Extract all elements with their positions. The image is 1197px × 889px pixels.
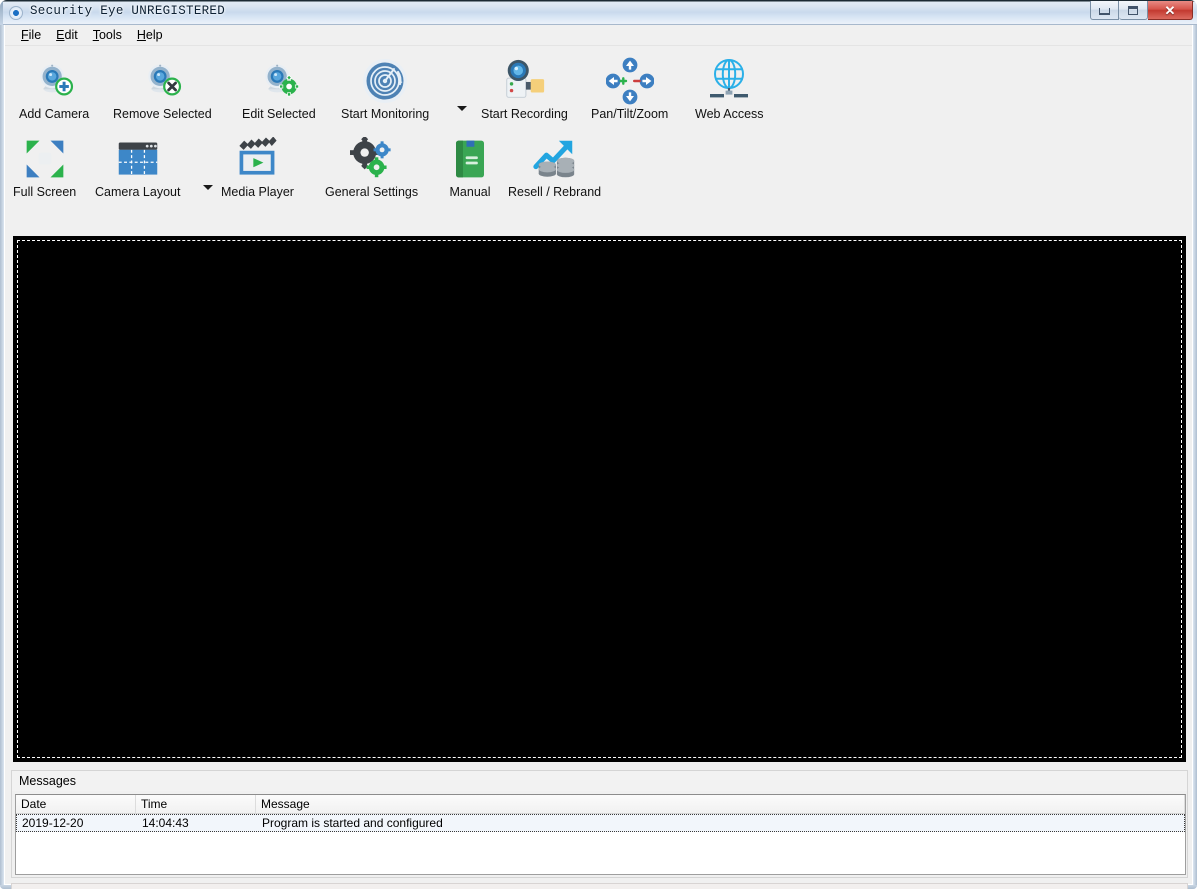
menu-item-tools[interactable]: Tools bbox=[87, 26, 131, 44]
toolbar-button-web-access[interactable]: Web Access bbox=[695, 56, 764, 121]
messages-row[interactable]: 2019-12-2014:04:43Program is started and… bbox=[16, 814, 1185, 832]
menu-accelerator: F bbox=[21, 28, 29, 42]
messages-list-body: 2019-12-2014:04:43Program is started and… bbox=[16, 814, 1185, 832]
pan-tilt-zoom-icon bbox=[600, 56, 660, 106]
toolbar-button-label: Pan/Tilt/Zoom bbox=[591, 107, 668, 121]
toolbar-button-camera-layout[interactable]: Camera Layout bbox=[95, 134, 180, 199]
menu-item-help[interactable]: Help bbox=[131, 26, 172, 44]
menu-item-edit[interactable]: Edit bbox=[50, 26, 87, 44]
toolbar-button-manual[interactable]: Manual bbox=[440, 134, 500, 199]
clapperboard-play-icon bbox=[227, 134, 287, 184]
camera-remove-icon bbox=[132, 56, 192, 106]
toolbar-button-label: Manual bbox=[450, 185, 491, 199]
toolbar-button-label: Start Recording bbox=[481, 107, 568, 121]
toolbar-button-general-settings[interactable]: General Settings bbox=[325, 134, 418, 199]
toolbar-button-resell-rebrand[interactable]: Resell / Rebrand bbox=[508, 134, 601, 199]
globe-network-icon bbox=[699, 56, 759, 106]
toolbar: Add Camera Remove Selected Edit Selected St… bbox=[5, 46, 1192, 232]
camera-add-icon bbox=[24, 56, 84, 106]
grid-layout-icon bbox=[108, 134, 168, 184]
messages-cell-message: Program is started and configured bbox=[257, 816, 1186, 830]
status-bar bbox=[11, 883, 1188, 889]
client-area: FileEditToolsHelp Add CameraRemove Selec… bbox=[4, 25, 1193, 885]
application-window: Security Eye UNREGISTERED ✕ FileEditTool… bbox=[0, 0, 1197, 889]
window-right-edge bbox=[1193, 25, 1197, 889]
eye-lens-icon bbox=[9, 6, 23, 20]
menu-label: elp bbox=[146, 28, 163, 42]
title-bar[interactable]: Security Eye UNREGISTERED ✕ bbox=[0, 0, 1197, 25]
toolbar-button-label: Add Camera bbox=[19, 107, 89, 121]
messages-list-view[interactable]: DateTimeMessage 2019-12-2014:04:43Progra… bbox=[15, 794, 1186, 875]
camera-edit-icon bbox=[249, 56, 309, 106]
window-controls: ✕ bbox=[1090, 1, 1193, 20]
radar-monitor-icon bbox=[355, 56, 415, 106]
minimize-icon bbox=[1099, 8, 1110, 15]
maximize-icon bbox=[1128, 6, 1138, 15]
camcorder-icon bbox=[494, 56, 554, 106]
toolbar-button-label: Resell / Rebrand bbox=[508, 185, 601, 199]
menu-accelerator: H bbox=[137, 28, 146, 42]
chevron-down-icon[interactable] bbox=[203, 185, 213, 190]
camera-preview-panel[interactable] bbox=[13, 236, 1186, 762]
toolbar-button-label: General Settings bbox=[325, 185, 418, 199]
toolbar-button-edit-selected[interactable]: Edit Selected bbox=[242, 56, 316, 121]
toolbar-button-start-recording[interactable]: Start Recording bbox=[481, 56, 568, 121]
chevron-down-icon[interactable] bbox=[457, 106, 467, 111]
toolbar-button-label: Media Player bbox=[221, 185, 294, 199]
toolbar-button-label: Web Access bbox=[695, 107, 764, 121]
toolbar-button-media-player[interactable]: Media Player bbox=[221, 134, 294, 199]
toolbar-button-start-monitoring[interactable]: Start Monitoring bbox=[341, 56, 429, 121]
window-title: Security Eye UNREGISTERED bbox=[30, 4, 225, 18]
menu-bar: FileEditToolsHelp bbox=[5, 25, 1192, 46]
maximize-button[interactable] bbox=[1119, 1, 1148, 20]
toolbar-button-label: Camera Layout bbox=[95, 185, 180, 199]
toolbar-button-full-screen[interactable]: Full Screen bbox=[13, 134, 76, 199]
column-header-message[interactable]: Message bbox=[256, 795, 1185, 813]
green-book-icon bbox=[440, 134, 500, 184]
close-button[interactable]: ✕ bbox=[1148, 1, 1193, 20]
messages-cell-date: 2019-12-20 bbox=[17, 816, 137, 830]
menu-label: dit bbox=[65, 28, 78, 42]
menu-item-file[interactable]: File bbox=[15, 26, 50, 44]
gears-settings-icon bbox=[342, 134, 402, 184]
toolbar-button-remove-selected[interactable]: Remove Selected bbox=[113, 56, 212, 121]
menu-accelerator: E bbox=[56, 28, 64, 42]
close-icon: ✕ bbox=[1165, 4, 1176, 17]
toolbar-button-label: Full Screen bbox=[13, 185, 76, 199]
camera-preview-surface[interactable] bbox=[16, 239, 1183, 759]
growth-chart-coins-icon bbox=[525, 134, 585, 184]
messages-group: Messages DateTimeMessage 2019-12-2014:04… bbox=[11, 770, 1188, 878]
column-header-time[interactable]: Time bbox=[136, 795, 256, 813]
toolbar-button-label: Remove Selected bbox=[113, 107, 212, 121]
messages-cell-time: 14:04:43 bbox=[137, 816, 257, 830]
toolbar-button-label: Edit Selected bbox=[242, 107, 316, 121]
messages-caption: Messages bbox=[12, 771, 1187, 791]
minimize-button[interactable] bbox=[1090, 1, 1119, 20]
column-header-date[interactable]: Date bbox=[16, 795, 136, 813]
menu-label: ile bbox=[29, 28, 42, 42]
messages-list-header: DateTimeMessage bbox=[16, 795, 1185, 814]
toolbar-button-add-camera[interactable]: Add Camera bbox=[19, 56, 89, 121]
toolbar-button-pan-tilt-zoom[interactable]: Pan/Tilt/Zoom bbox=[591, 56, 668, 121]
menu-label: ools bbox=[99, 28, 122, 42]
toolbar-button-label: Start Monitoring bbox=[341, 107, 429, 121]
title-bar-left-edge bbox=[0, 0, 3, 25]
fullscreen-arrows-icon bbox=[15, 134, 75, 184]
